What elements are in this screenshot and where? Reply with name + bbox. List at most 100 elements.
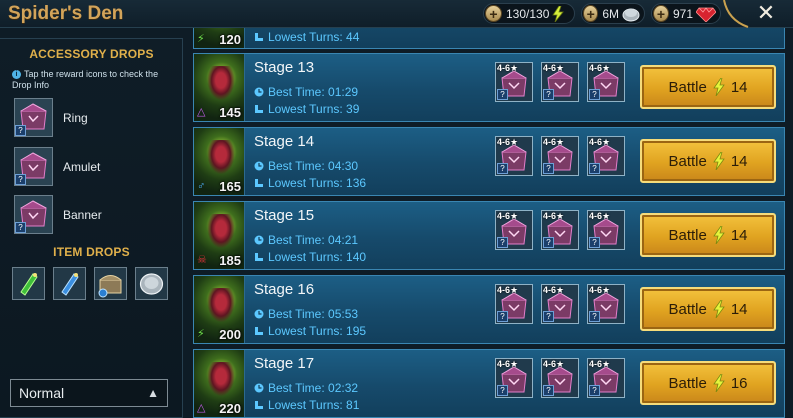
battle-button[interactable]: Battle 14 xyxy=(640,213,776,257)
turns-icon xyxy=(255,33,263,41)
spider-boss-icon xyxy=(206,140,236,176)
question-badge: ? xyxy=(589,163,600,174)
clock-icon xyxy=(254,161,264,171)
info-icon: i xyxy=(12,70,21,79)
question-badge: ? xyxy=(15,222,26,233)
reward-rank: 4-6★ xyxy=(497,359,519,369)
reward-chest[interactable]: 4-6★ ? xyxy=(541,62,579,102)
reward-chest[interactable]: 4-6★ ? xyxy=(495,62,533,102)
item-drop-silver[interactable] xyxy=(135,267,168,300)
clock-icon xyxy=(254,235,264,245)
question-badge: ? xyxy=(497,311,508,322)
clock-icon xyxy=(254,87,264,97)
item-drop-green-potion[interactable] xyxy=(12,267,45,300)
accessory-ring[interactable]: ? Ring xyxy=(14,98,174,138)
reward-rank: 4-6★ xyxy=(497,137,519,147)
lightning-icon xyxy=(713,226,725,244)
battle-button[interactable]: Battle 14 xyxy=(640,65,776,109)
stage-boss-portrait: ☠ 185 xyxy=(194,202,245,269)
reward-rank: 4-6★ xyxy=(497,211,519,221)
chest-icon xyxy=(95,268,126,299)
lowest-turns: Lowest Turns: 140 xyxy=(254,250,366,264)
item-drop-blue-potion[interactable] xyxy=(53,267,86,300)
energy-cost: 16 xyxy=(730,374,748,392)
blue-potion-icon xyxy=(54,268,85,299)
reward-chest[interactable]: 4-6★ ? xyxy=(587,136,625,176)
gems-counter[interactable]: + 971 xyxy=(651,3,721,24)
reward-chest[interactable]: 4-6★ ? xyxy=(495,210,533,250)
question-badge: ? xyxy=(543,89,554,100)
amulet-chest-icon[interactable]: ? xyxy=(14,147,53,186)
energy-value: 130/130 xyxy=(506,6,550,21)
reward-chest[interactable]: 4-6★ ? xyxy=(587,284,625,324)
spider-boss-icon xyxy=(206,214,236,250)
question-badge: ? xyxy=(497,163,508,174)
question-badge: ? xyxy=(589,89,600,100)
force-affinity-icon: ☠ xyxy=(197,254,207,266)
stage-row-14[interactable]: ♂ 165 Stage 14 Best Time: 04:30 Lowest T… xyxy=(193,127,785,196)
accessory-banner[interactable]: ? Banner xyxy=(14,195,174,235)
reward-chest[interactable]: 4-6★ ? xyxy=(587,358,625,398)
reward-rank: 4-6★ xyxy=(589,285,611,295)
item-drops-heading: ITEM DROPS xyxy=(53,245,130,259)
stage-name: Stage 15 xyxy=(254,207,315,224)
reward-chest[interactable]: 4-6★ ? xyxy=(495,284,533,324)
silver-counter[interactable]: + 6M xyxy=(581,3,645,24)
stage-level: 185 xyxy=(219,253,241,268)
reward-chest[interactable]: 4-6★ ? xyxy=(587,62,625,102)
stage-row-13[interactable]: △ 145 Stage 13 Best Time: 01:29 Lowest T… xyxy=(193,53,785,122)
add-gems-button[interactable]: + xyxy=(653,5,669,22)
silver-coin-icon xyxy=(622,6,640,22)
ruby-gem-icon xyxy=(696,6,716,22)
stage-row-partial[interactable]: ⚡ 120 Lowest Turns: 44 xyxy=(193,28,785,49)
reward-chest[interactable]: 4-6★ ? xyxy=(587,210,625,250)
reward-rank: 4-6★ xyxy=(497,63,519,73)
question-badge: ? xyxy=(543,385,554,396)
reward-rank: 4-6★ xyxy=(543,359,565,369)
stage-row-15[interactable]: ☠ 185 Stage 15 Best Time: 04:21 Lowest T… xyxy=(193,201,785,270)
best-time: Best Time: 02:32 xyxy=(254,381,358,395)
item-drop-chest[interactable] xyxy=(94,267,127,300)
drop-info-hint: i Tap the reward icons to check the Drop … xyxy=(12,69,159,90)
top-bar: Spider's Den + 130/130 + 6M + 971 ✕ xyxy=(0,0,793,28)
banner-chest-icon[interactable]: ? xyxy=(14,195,53,234)
stage-row-16[interactable]: ⚡ 200 Stage 16 Best Time: 05:53 Lowest T… xyxy=(193,275,785,344)
stage-row-17[interactable]: △ 220 Stage 17 Best Time: 02:32 Lowest T… xyxy=(193,349,785,418)
reward-chest[interactable]: 4-6★ ? xyxy=(495,136,533,176)
question-badge: ? xyxy=(543,237,554,248)
accessory-label: Ring xyxy=(63,111,88,125)
best-time: Best Time: 01:29 xyxy=(254,85,358,99)
lightning-icon xyxy=(713,300,725,318)
stage-level: 220 xyxy=(219,401,241,416)
battle-button[interactable]: Battle 16 xyxy=(640,361,776,405)
reward-chest[interactable]: 4-6★ ? xyxy=(541,136,579,176)
spider-boss-icon xyxy=(206,66,236,102)
reward-rank: 4-6★ xyxy=(543,285,565,295)
add-silver-button[interactable]: + xyxy=(583,5,599,22)
battle-button[interactable]: Battle 14 xyxy=(640,139,776,183)
turns-icon xyxy=(255,179,263,187)
best-time: Best Time: 05:53 xyxy=(254,307,358,321)
reward-chest[interactable]: 4-6★ ? xyxy=(541,210,579,250)
ring-chest-icon[interactable]: ? xyxy=(14,98,53,137)
lightning-icon xyxy=(713,152,725,170)
question-badge: ? xyxy=(497,385,508,396)
energy-counter[interactable]: + 130/130 xyxy=(483,3,575,24)
difficulty-select[interactable]: Normal ▲ xyxy=(10,379,168,407)
question-badge: ? xyxy=(589,311,600,322)
reward-chest[interactable]: 4-6★ ? xyxy=(541,284,579,324)
stage-level: 200 xyxy=(219,327,241,342)
close-button[interactable]: ✕ xyxy=(754,0,778,26)
turns-icon xyxy=(255,401,263,409)
accessory-amulet[interactable]: ? Amulet xyxy=(14,147,174,187)
battle-button[interactable]: Battle 14 xyxy=(640,287,776,331)
reward-chest[interactable]: 4-6★ ? xyxy=(541,358,579,398)
gems-value: 971 xyxy=(672,6,693,21)
add-energy-button[interactable]: + xyxy=(485,5,502,22)
lowest-turns: Lowest Turns: 195 xyxy=(254,324,366,338)
question-badge: ? xyxy=(543,163,554,174)
stage-list[interactable]: ⚡ 120 Lowest Turns: 44 △ 145 Stage 13 Be… xyxy=(193,28,793,418)
reward-rank: 4-6★ xyxy=(543,63,565,73)
reward-chest[interactable]: 4-6★ ? xyxy=(495,358,533,398)
reward-rank: 4-6★ xyxy=(543,137,565,147)
